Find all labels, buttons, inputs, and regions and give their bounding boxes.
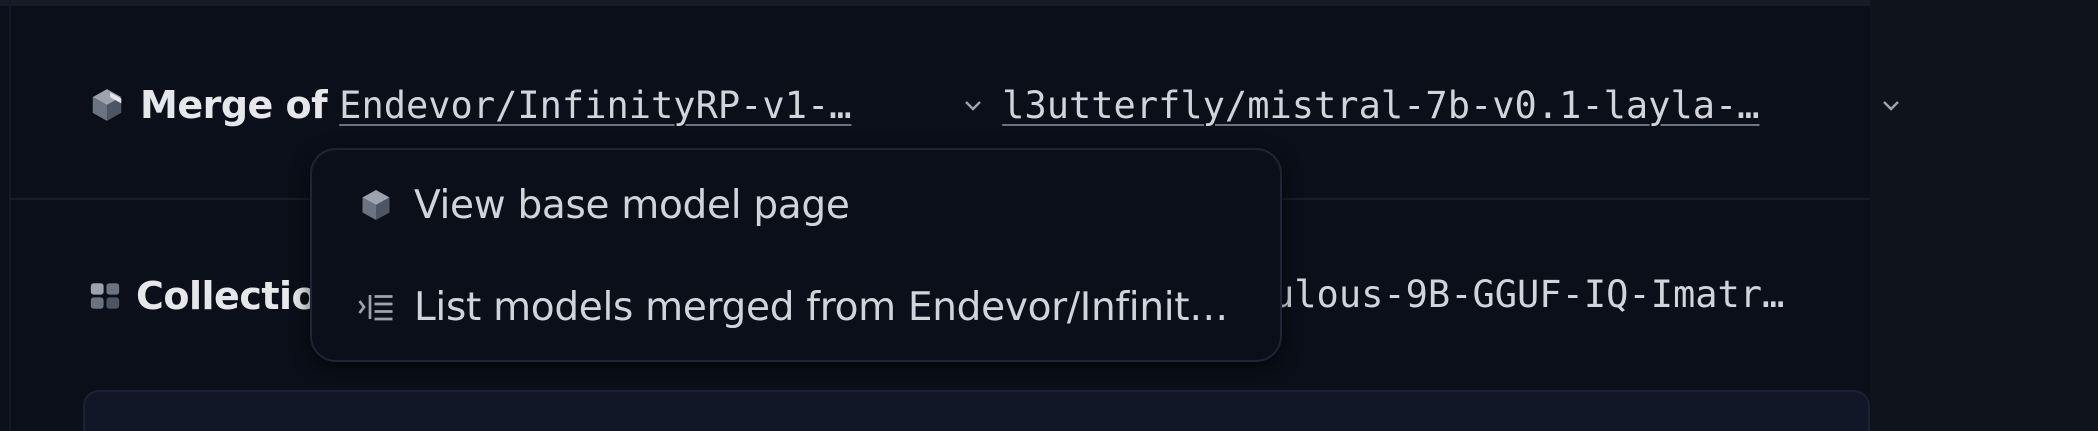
left-rule xyxy=(9,0,11,431)
menu-item-label: List models merged from Endevor/Infinit… xyxy=(414,284,1228,330)
top-border xyxy=(0,0,1870,6)
right-pane xyxy=(1870,0,2098,431)
merge-row: Merge of Endevor/InfinityRP-v1-… l3utter… xyxy=(88,75,1908,135)
chevron-down-icon[interactable] xyxy=(1874,88,1908,122)
merge-label: Merge of xyxy=(140,83,328,127)
menu-item-view-base-model[interactable]: View base model page xyxy=(312,160,1280,250)
cube-icon xyxy=(356,185,396,225)
menu-item-label: View base model page xyxy=(414,182,850,228)
base-model-link-1[interactable]: Endevor/InfinityRP-v1-… xyxy=(339,84,944,127)
chevron-down-icon[interactable] xyxy=(956,88,990,122)
base-model-link-2[interactable]: l3utterfly/mistral-7b-v0.1-layla-… xyxy=(1002,84,1862,127)
collection-grid-icon xyxy=(88,279,122,313)
base-model-dropdown-menu: View base model page List models merged … xyxy=(310,148,1282,362)
collection-link[interactable]: ulous-9B-GGUF-IQ-Imatr… xyxy=(1272,273,1784,316)
list-indent-icon xyxy=(356,287,396,327)
merge-cube-icon xyxy=(88,86,126,124)
menu-item-list-merged-models[interactable]: List models merged from Endevor/Infinit… xyxy=(312,262,1280,352)
page: Merge of Endevor/InfinityRP-v1-… l3utter… xyxy=(0,0,2098,431)
collections-label: Collectio xyxy=(136,274,318,318)
collections-row: Collectio xyxy=(88,266,329,326)
content-card xyxy=(83,390,1870,431)
